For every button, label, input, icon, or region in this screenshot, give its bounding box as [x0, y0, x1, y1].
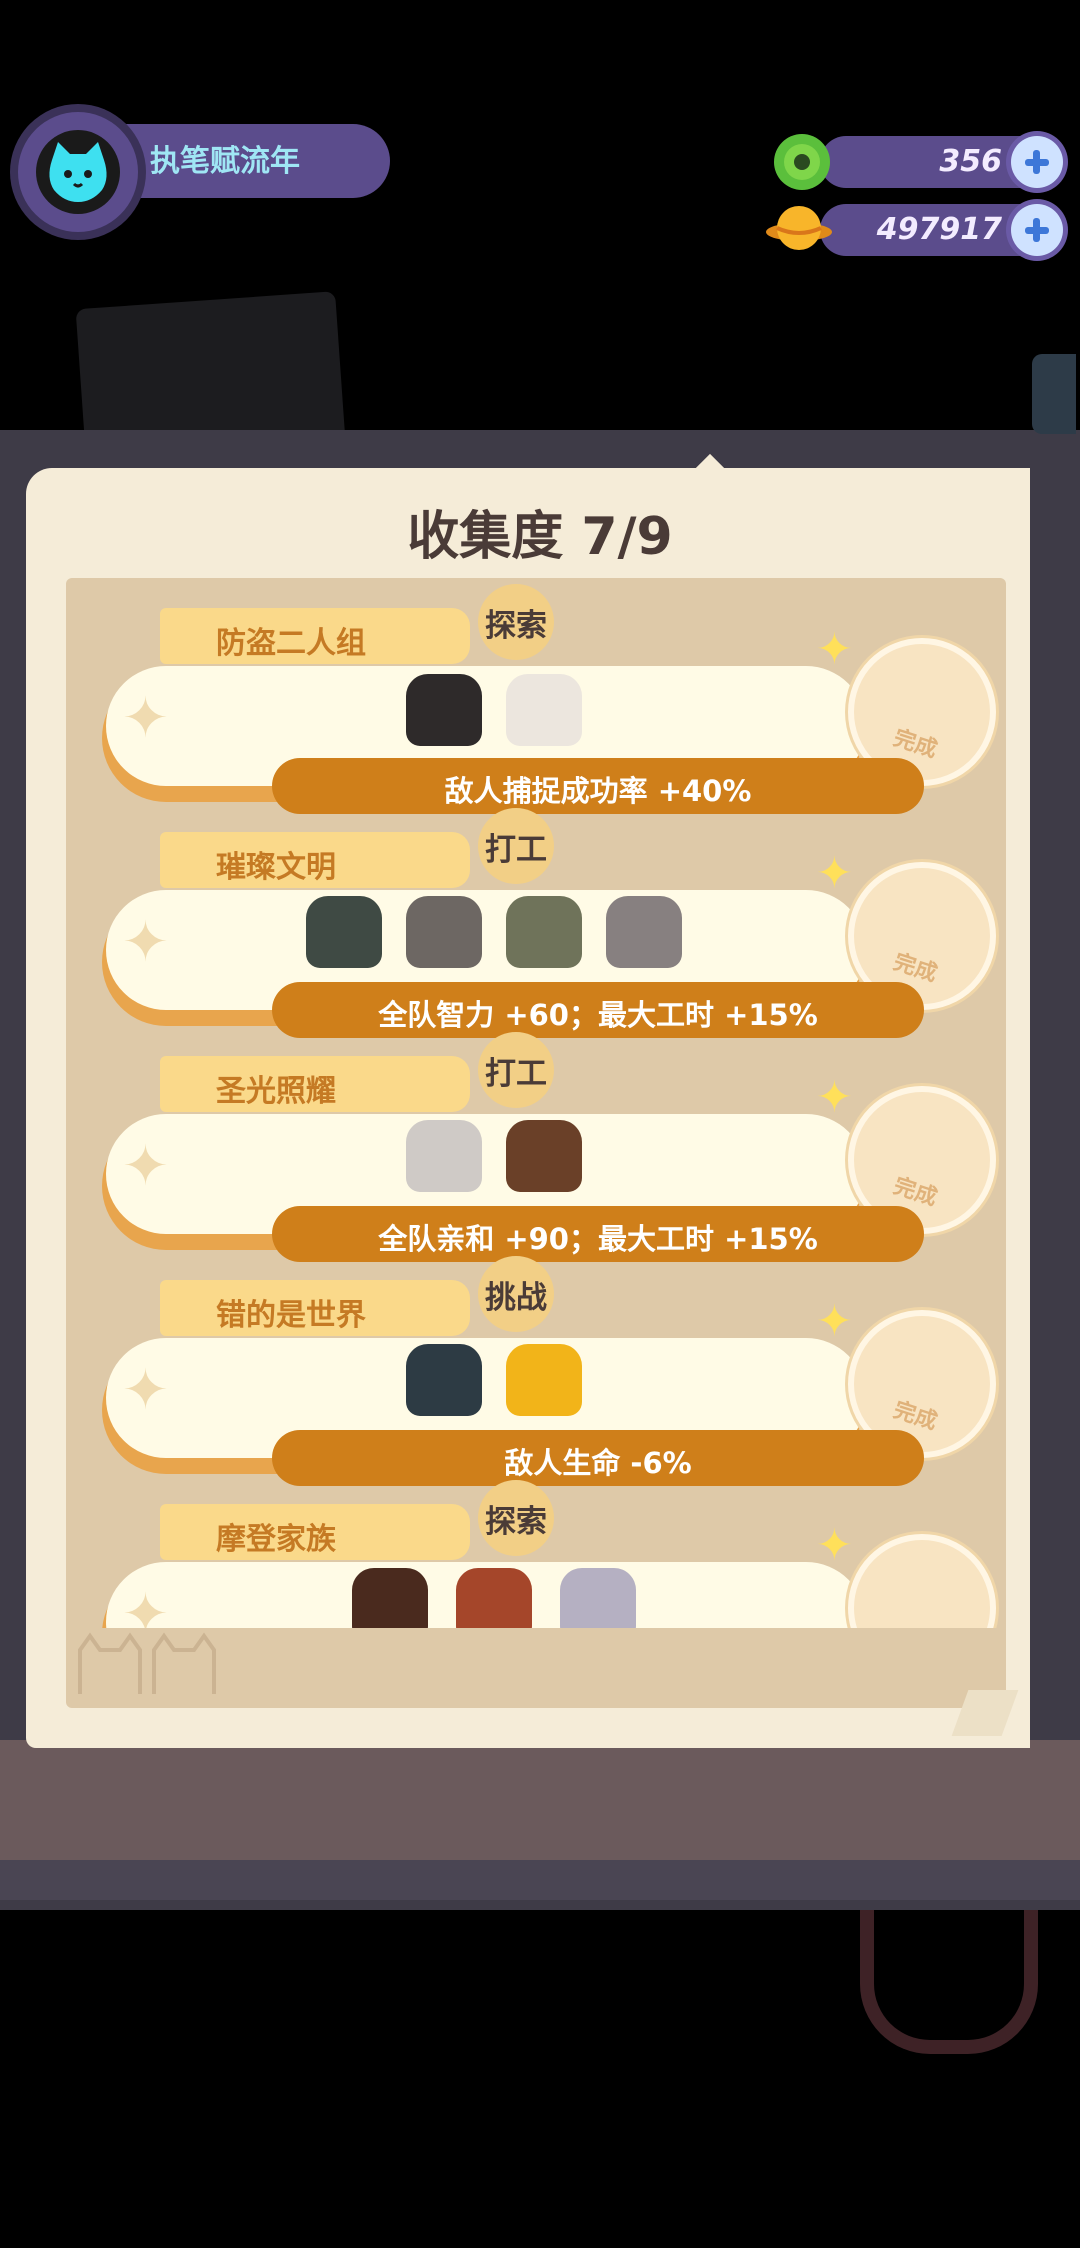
coin-count: 497917 — [876, 212, 1002, 247]
set-type: 打工 — [485, 832, 547, 868]
character-guard-icon — [406, 674, 482, 746]
character-bronze-mask-icon — [506, 896, 582, 968]
character-sphinx-icon — [406, 896, 482, 968]
set-type: 探索 — [485, 1504, 547, 1540]
star-icon: ✦ — [816, 848, 853, 899]
sparkle-icon: ✦ — [122, 910, 169, 975]
character-statue-icon — [306, 896, 382, 968]
sparkle-icon: ✦ — [122, 1582, 169, 1628]
star-icon: ✦ — [816, 1520, 853, 1571]
star-icon: ✦ — [816, 1072, 853, 1123]
character-child-icon — [506, 1120, 582, 1192]
character-grandpa-icon — [506, 674, 582, 746]
set-bonus: 全队亲和 +90；最大工时 +15% — [378, 1222, 818, 1256]
sparkle-icon: ✦ — [122, 1358, 169, 1423]
set-name: 璀璨文明 — [216, 850, 336, 885]
cat-avatar-icon — [49, 142, 107, 202]
set-name: 摩登家族 — [216, 1522, 336, 1557]
set-type: 打工 — [485, 1056, 547, 1092]
character-yellow-face-icon — [506, 1344, 582, 1416]
add-coins-button[interactable] — [1011, 204, 1063, 256]
set-bonus: 敌人捕捉成功率 +40% — [444, 774, 752, 808]
set-name: 防盗二人组 — [216, 626, 366, 661]
book-spine — [0, 1740, 1080, 1870]
sparkle-icon: ✦ — [122, 1134, 169, 1199]
sparkle-icon: ✦ — [122, 686, 169, 751]
collection-progress-title: 收集度 7/9 — [407, 507, 673, 567]
add-gems-button[interactable] — [1011, 136, 1063, 188]
set-bonus: 全队智力 +60；最大工时 +15% — [378, 998, 818, 1032]
avatar[interactable] — [36, 130, 120, 214]
set-type: 探索 — [485, 608, 547, 644]
character-curly-hair-icon — [352, 1568, 428, 1628]
cat-silhouette-icon — [74, 1630, 224, 1700]
star-icon: ✦ — [816, 624, 853, 675]
set-bonus: 敌人生命 -6% — [504, 1446, 692, 1480]
set-type: 挑战 — [485, 1280, 547, 1316]
character-elder-icon — [406, 1120, 482, 1192]
completed-stamp — [848, 1534, 996, 1628]
gem-count: 356 — [939, 144, 1002, 179]
side-scissors-button[interactable] — [1032, 354, 1076, 434]
star-icon: ✦ — [816, 1296, 853, 1347]
set-list-scroll[interactable]: 防盗二人组 探索 ✦ 完成 ✦ 敌人捕捉成功率 +40% 璀璨文明 打工 ✦ 完… — [66, 578, 1006, 1628]
background-handle — [860, 1910, 1038, 2054]
player-name: 执笔赋流年 — [150, 144, 300, 179]
character-grey-hair-icon — [560, 1568, 636, 1628]
character-scream-icon — [406, 1344, 482, 1416]
book-edge — [0, 1860, 1080, 1900]
set-name: 错的是世界 — [216, 1298, 366, 1333]
set-name: 圣光照耀 — [216, 1074, 336, 1109]
character-stone-head-icon — [606, 896, 682, 968]
character-headband-icon — [456, 1568, 532, 1628]
